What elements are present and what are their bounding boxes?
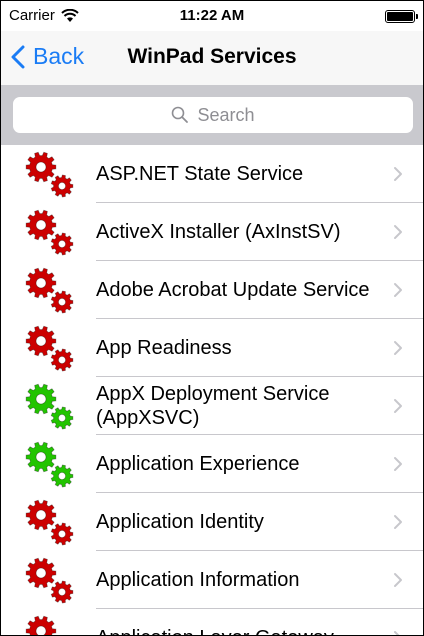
service-name: App Readiness — [96, 337, 232, 359]
service-row[interactable]: Application Information — [1, 551, 423, 609]
search-icon — [172, 106, 189, 123]
gears-icon — [25, 615, 57, 635]
service-name: AppX Deployment Service (AppXSVC) — [96, 383, 330, 429]
gears-icon — [25, 499, 74, 546]
gears-icon — [25, 267, 74, 314]
gears-icon — [25, 383, 74, 430]
chevron-right-icon — [394, 341, 402, 355]
service-row[interactable]: ASP.NET State Service — [1, 145, 423, 203]
service-row[interactable]: Adobe Acrobat Update Service — [1, 261, 423, 319]
search-placeholder: Search — [197, 104, 255, 125]
gears-icon — [25, 557, 74, 604]
service-name: Application Information — [96, 569, 300, 591]
status-bar: Carrier 11:22 AM — [1, 1, 423, 31]
chevron-right-icon — [394, 631, 400, 635]
search-input[interactable]: Search — [13, 97, 413, 133]
navigation-bar: Back WinPad Services — [1, 31, 423, 85]
chevron-right-icon — [394, 283, 402, 297]
service-name: Application Layer Gateway — [96, 609, 383, 635]
service-row[interactable]: Application Identity — [1, 493, 423, 551]
service-row[interactable]: App Readiness — [1, 319, 423, 377]
service-name: Adobe Acrobat Update Service — [96, 279, 370, 301]
gears-icon — [25, 209, 74, 256]
service-name: Application Experience — [96, 453, 300, 475]
service-name: ActiveX Installer (AxInstSV) — [96, 221, 341, 243]
chevron-right-icon — [394, 457, 402, 471]
search-bar: Search — [1, 85, 423, 145]
gears-icon — [25, 151, 74, 198]
service-row[interactable]: Application Experience — [1, 435, 423, 493]
service-row[interactable]: Application Layer Gateway — [1, 609, 423, 635]
page-title: WinPad Services — [127, 45, 297, 68]
services-list: ASP.NET State Service ActiveX Installer … — [1, 145, 423, 635]
service-name: Application Identity — [96, 511, 264, 533]
chevron-right-icon — [394, 225, 402, 239]
gears-icon — [25, 441, 74, 488]
chevron-right-icon — [394, 167, 402, 181]
service-row[interactable]: AppX Deployment Service (AppXSVC) — [1, 377, 423, 435]
service-row[interactable]: ActiveX Installer (AxInstSV) — [1, 203, 423, 261]
gears-icon — [25, 325, 74, 372]
app-frame: Carrier 11:22 AM Back WinPad Services Se… — [0, 0, 424, 636]
chevron-right-icon — [394, 573, 402, 587]
chevron-right-icon — [394, 515, 402, 529]
service-name: ASP.NET State Service — [96, 163, 304, 185]
clock: 11:22 AM — [179, 7, 245, 24]
battery-icon — [385, 10, 418, 23]
chevron-right-icon — [394, 399, 402, 413]
